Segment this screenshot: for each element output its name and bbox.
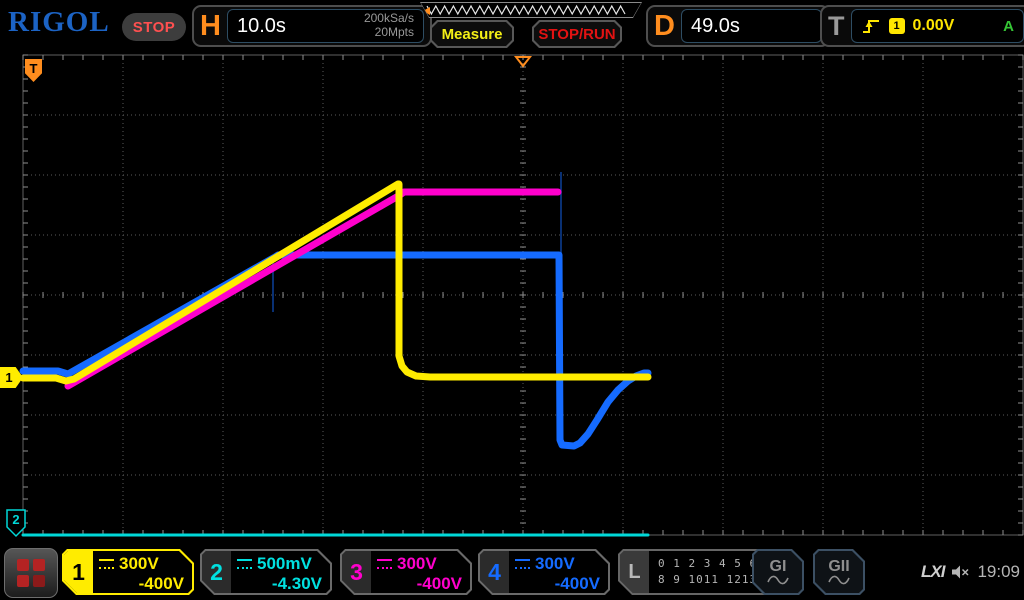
channel2-scale: 500mV (257, 554, 312, 574)
sine-wave-icon (767, 575, 789, 585)
dc-coupling-icon (99, 559, 114, 569)
menu-button[interactable] (4, 548, 58, 598)
svg-text:2: 2 (12, 512, 19, 527)
horizontal-position-marker-icon[interactable] (514, 55, 532, 68)
delay-label: D (654, 12, 675, 41)
top-status-bar: RIGOL STOP H 10.0s 200kSa/s 20Mpts Measu… (0, 0, 1024, 54)
delay-value: 49.0s (691, 15, 740, 38)
channel4-offset: -400V (515, 574, 600, 597)
memory-waveform-strip[interactable] (420, 2, 642, 18)
stop-run-button[interactable]: STOP/RUN (532, 20, 622, 48)
source1-button[interactable]: GI (752, 549, 804, 595)
lxi-logo: LXI (921, 562, 944, 582)
channel1-box[interactable]: 1 300V -400V (62, 549, 194, 595)
dc-coupling-icon (377, 559, 392, 569)
channel1-scale: 300V (119, 554, 159, 574)
channel4-scale: 300V (535, 554, 575, 574)
channel3-offset: -400V (377, 574, 462, 597)
rising-edge-icon (861, 17, 881, 35)
measure-button[interactable]: Measure (430, 20, 514, 48)
timebase-value: 10.0s (237, 15, 286, 38)
channel2-number: 2 (202, 551, 231, 593)
trigger-level-value: 0.00V (913, 17, 955, 35)
channel4-number: 4 (480, 551, 509, 593)
channel3-scale: 300V (397, 554, 437, 574)
dc-coupling-icon (237, 559, 252, 569)
horizontal-label: H (200, 12, 221, 41)
acquisition-info: 200kSa/s 20Mpts (364, 12, 414, 40)
trigger-source-chip: 1 (889, 18, 905, 34)
channel3-box[interactable]: 3 300V -400V (340, 549, 472, 595)
channel3-number: 3 (342, 551, 371, 593)
clock: 19:09 (977, 562, 1020, 582)
bottom-status-bar: 1 300V -400V 2 500mV -4.30V 3 300V -40 (0, 544, 1024, 600)
rigol-logo: RIGOL (8, 6, 110, 39)
status-right-group: LXI 19:09 (880, 556, 1020, 588)
graticule-and-traces (0, 0, 1024, 600)
run-state-badge: STOP (122, 13, 186, 41)
trigger-label: T (828, 13, 845, 40)
channel1-offset: -400V (99, 574, 184, 597)
channel2-box[interactable]: 2 500mV -4.30V (200, 549, 332, 595)
channel4-box[interactable]: 4 300V -400V (478, 549, 610, 595)
trigger-sweep-mode: A (1003, 18, 1014, 35)
memory-waveform-icon (421, 3, 635, 17)
channel1-number: 1 (64, 551, 93, 593)
sound-muted-icon (951, 564, 970, 580)
dc-coupling-icon (515, 559, 530, 569)
ch2-ground-marker[interactable]: 2 (5, 509, 27, 538)
waveform-display: T 1 2 (0, 0, 1024, 600)
logic-label: L (620, 551, 649, 593)
channel2-offset: -4.30V (237, 574, 322, 597)
trigger-panel[interactable]: T 1 0.00V A (820, 5, 1024, 47)
delay-panel[interactable]: D 49.0s (646, 5, 830, 47)
sine-wave-icon (828, 575, 850, 585)
horizontal-panel[interactable]: H 10.0s 200kSa/s 20Mpts (192, 5, 432, 47)
source2-button[interactable]: GII (813, 549, 865, 595)
